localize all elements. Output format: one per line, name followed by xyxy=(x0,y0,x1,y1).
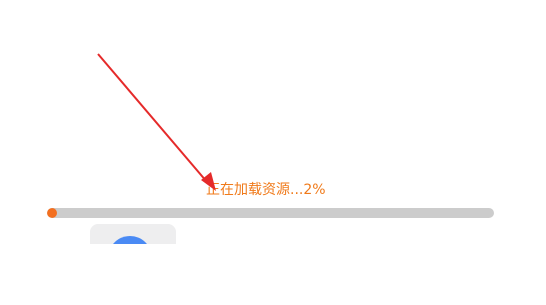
loading-status-text: 正在加载资源...2% xyxy=(206,182,326,198)
app-icon-tile xyxy=(90,224,176,244)
arrow-icon xyxy=(97,53,216,191)
loading-progress-bar xyxy=(47,208,494,218)
loading-progress-fill xyxy=(47,208,57,218)
